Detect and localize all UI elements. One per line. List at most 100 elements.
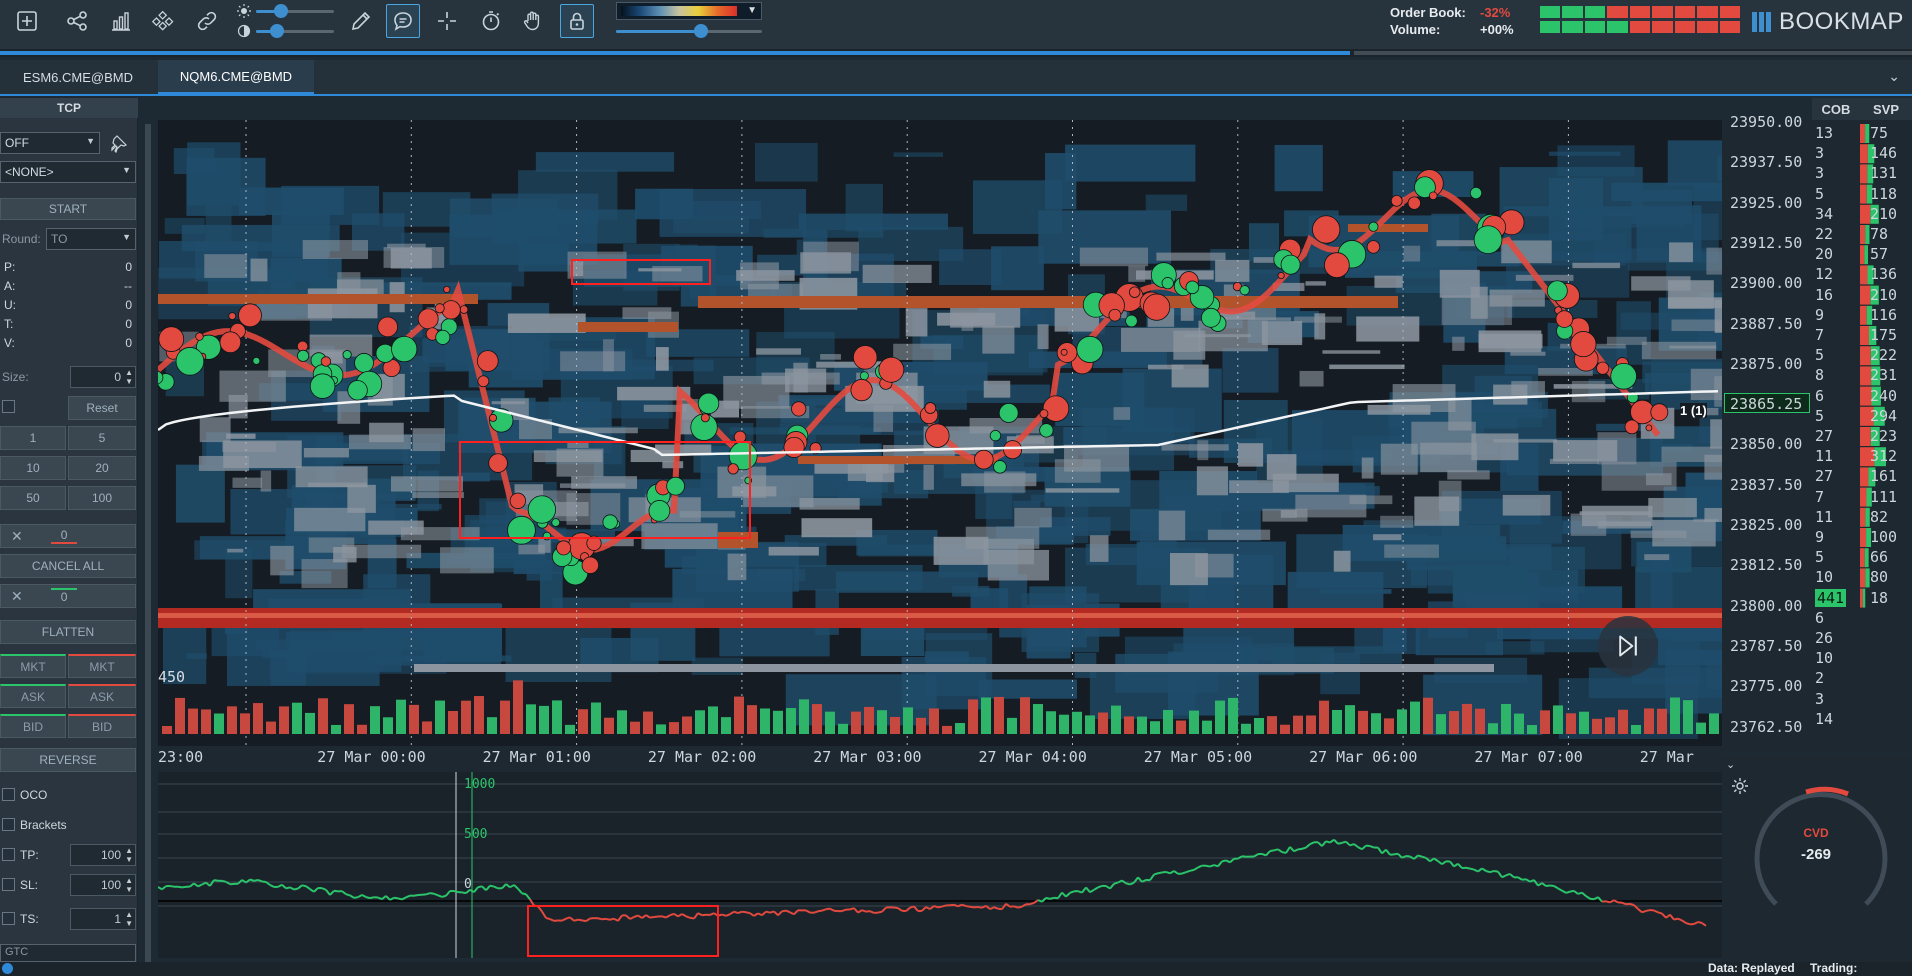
liquidity-cell xyxy=(732,486,777,497)
cob-value: 5 xyxy=(1815,548,1825,567)
stepper-arrows-icon[interactable]: ▲ ▼ xyxy=(125,910,133,928)
order-book-value: -32% xyxy=(1480,5,1511,20)
cvd-positive-segment xyxy=(413,894,419,897)
heatmap-slider-knob[interactable] xyxy=(693,24,708,38)
liquidity-cell xyxy=(1361,457,1374,479)
liquidity-cell xyxy=(1045,488,1120,493)
buy-volume-bar xyxy=(1553,705,1563,734)
pin-icon[interactable] xyxy=(110,134,130,154)
sell-ask-button[interactable]: ASK xyxy=(68,684,136,708)
round-select[interactable]: TO ▼ xyxy=(46,228,136,250)
stepper-arrows-icon[interactable]: ▲ ▼ xyxy=(125,876,133,894)
cvd-positive-segment xyxy=(1577,891,1583,895)
stepper-arrows-icon[interactable]: ▲ ▼ xyxy=(125,846,133,864)
sell-market-button[interactable]: MKT xyxy=(68,654,136,678)
cvd-negative-segment xyxy=(1629,902,1635,907)
tp-stepper[interactable]: 100 ▲ ▼ xyxy=(70,844,136,866)
tcp-start-button[interactable]: START xyxy=(0,198,136,220)
heatmap-palette-select[interactable]: ▼ xyxy=(616,2,762,20)
chevron-down-icon[interactable]: ⌄ xyxy=(1888,68,1900,85)
chat-icon[interactable] xyxy=(386,4,420,38)
tcp-mode-select[interactable]: OFF ▼ xyxy=(0,132,100,154)
indicator-level-label: 1000 xyxy=(464,777,495,792)
liquidity-cell xyxy=(538,538,551,553)
info-icon[interactable] xyxy=(2,963,13,974)
time-label: 27 Mar 06:00 xyxy=(1309,748,1418,766)
tif-select[interactable]: GTC xyxy=(0,944,136,962)
buy-volume-bar xyxy=(1085,715,1095,734)
svp-sell-bar xyxy=(1860,487,1867,507)
size-stepper[interactable]: 0 ▲ ▼ xyxy=(70,366,136,388)
replay-play-button[interactable] xyxy=(1598,616,1658,676)
contrast-slider-knob[interactable] xyxy=(270,24,285,38)
sl-stepper[interactable]: 100 ▲ ▼ xyxy=(70,874,136,896)
stopwatch-icon[interactable] xyxy=(474,4,508,38)
tab-nqm6[interactable]: NQM6.CME@BMD xyxy=(158,60,314,94)
instrument-tabs: ESM6.CME@BMD NQM6.CME@BMD ⌄ xyxy=(0,60,1912,96)
cvd-indicator-pane[interactable]: 1000 500 0 xyxy=(157,772,1722,958)
tab-esm6[interactable]: ESM6.CME@BMD xyxy=(0,60,156,94)
stat-t-value: 0 xyxy=(125,317,132,331)
link-icon[interactable] xyxy=(190,4,224,38)
tcp-strategy-select[interactable]: <NONE> ▼ xyxy=(0,161,136,183)
cob-value: 26 xyxy=(1815,629,1834,647)
qty-button-50[interactable]: 50 xyxy=(0,486,66,510)
settings-nodes-icon[interactable] xyxy=(146,4,180,38)
cob-value: 11 xyxy=(1815,507,1834,526)
brackets-checkbox[interactable] xyxy=(2,818,15,831)
sell-trade-bubble xyxy=(1323,252,1350,279)
chevron-down-icon[interactable]: ⌄ xyxy=(1726,758,1735,771)
qty-button-1[interactable]: 1 xyxy=(0,426,66,450)
qty-button-100[interactable]: 100 xyxy=(68,486,136,510)
data-status: Data: Replayed xyxy=(1708,961,1795,975)
sell-bid-button[interactable]: BID xyxy=(68,714,136,738)
hand-icon[interactable] xyxy=(516,4,550,38)
ts-checkbox[interactable] xyxy=(2,912,15,925)
size-checkbox[interactable] xyxy=(2,400,15,413)
cancel-buy-orders-button[interactable]: ✕ 0 xyxy=(0,524,136,548)
qty-button-10[interactable]: 10 xyxy=(0,456,66,480)
buy-volume-bar xyxy=(656,724,666,734)
sell-trade-bubble xyxy=(1555,310,1574,328)
buy-volume-bar xyxy=(825,711,835,734)
price-axis[interactable]: 23950.00 23937.50 23925.00 23912.50 23900.00… xyxy=(1722,113,1812,752)
oco-checkbox[interactable] xyxy=(2,788,15,801)
pencil-icon[interactable] xyxy=(344,4,378,38)
replay-progress-bar[interactable] xyxy=(0,49,1912,57)
liquidity-cell xyxy=(1669,242,1693,263)
sell-trade-bubble xyxy=(878,356,905,383)
sl-checkbox[interactable] xyxy=(2,878,15,891)
buy-market-button[interactable]: MKT xyxy=(0,654,66,678)
bar-chart-icon[interactable] xyxy=(104,4,138,38)
liquidity-cell xyxy=(560,351,626,372)
lock-icon[interactable] xyxy=(560,4,594,38)
crosshair-icon[interactable] xyxy=(430,4,464,38)
add-chart-icon[interactable] xyxy=(10,4,44,38)
share-icon[interactable] xyxy=(60,4,94,38)
sell-volume-bar xyxy=(461,700,471,734)
buy-trade-bubble xyxy=(998,403,1019,423)
liquidity-cell xyxy=(727,553,747,581)
ts-stepper[interactable]: 1 ▲ ▼ xyxy=(70,908,136,930)
reset-button[interactable]: Reset xyxy=(68,396,136,420)
sell-volume-bar xyxy=(1566,713,1576,734)
liquidity-cell xyxy=(1597,432,1637,465)
qty-button-20[interactable]: 20 xyxy=(68,456,136,480)
cancel-sell-orders-button[interactable]: ✕ 0 xyxy=(0,584,136,608)
flatten-button[interactable]: FLATTEN xyxy=(0,620,136,644)
brightness-slider-knob[interactable] xyxy=(273,4,288,18)
heatmap-chart[interactable]: 450 1 (1) xyxy=(158,120,1722,752)
panel-scrollbar[interactable] xyxy=(145,124,151,964)
svp-value: 240 xyxy=(1870,386,1898,405)
reverse-button[interactable]: REVERSE xyxy=(0,748,136,772)
cancel-all-button[interactable]: CANCEL ALL xyxy=(0,554,136,578)
svp-buy-bar xyxy=(1865,225,1870,244)
qty-button-5[interactable]: 5 xyxy=(68,426,136,450)
buy-ask-button[interactable]: ASK xyxy=(0,684,66,708)
tp-checkbox[interactable] xyxy=(2,848,15,861)
cob-value: 10 xyxy=(1815,649,1834,668)
cob-value: 6 xyxy=(1815,608,1825,627)
sell-volume-bar xyxy=(916,717,926,734)
buy-bid-button[interactable]: BID xyxy=(0,714,66,738)
stepper-arrows-icon[interactable]: ▲ ▼ xyxy=(125,368,133,386)
